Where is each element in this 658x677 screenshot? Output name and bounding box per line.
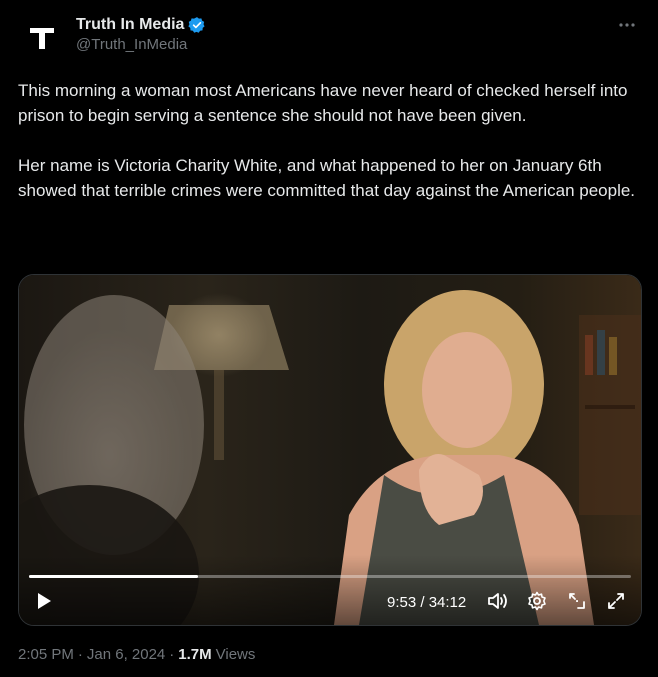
tweet-paragraph: Her name is Victoria Charity White, and … — [18, 156, 636, 200]
more-options-button[interactable] — [616, 16, 638, 34]
video-time: 9:53 / 34:12 — [387, 594, 467, 611]
author-display-name[interactable]: Truth In Media — [76, 16, 184, 34]
tweet-header: Truth In Media @Truth_InMedia — [20, 10, 642, 60]
fullscreen-icon — [608, 593, 624, 609]
settings-button[interactable] — [524, 589, 550, 613]
more-dots-icon — [619, 23, 635, 27]
volume-button[interactable] — [485, 589, 511, 613]
pop-out-icon — [569, 593, 585, 609]
avatar[interactable] — [22, 18, 62, 58]
tweet-time[interactable]: 2:05 PM — [18, 646, 74, 663]
play-button[interactable] — [33, 589, 55, 613]
author-handle[interactable]: @Truth_InMedia — [76, 36, 206, 53]
pop-out-button[interactable] — [564, 589, 590, 613]
separator: · — [169, 646, 175, 663]
fullscreen-button[interactable] — [603, 589, 629, 613]
settings-icon — [528, 591, 546, 611]
tweet-paragraph: This morning a woman most Americans have… — [18, 81, 628, 125]
video-progress-bar[interactable] — [29, 575, 631, 578]
truth-logo-icon — [30, 28, 54, 49]
tweet-metadata: 2:05 PM · Jan 6, 2024 · 1.7M Views — [18, 646, 255, 663]
views-count[interactable]: 1.7M — [178, 646, 211, 663]
play-icon — [38, 593, 51, 609]
tweet-date[interactable]: Jan 6, 2024 — [87, 646, 165, 663]
video-player[interactable]: 9:53 / 34:12 — [18, 274, 642, 626]
verified-badge-icon — [188, 17, 206, 33]
video-progress-fill — [29, 575, 198, 578]
volume-icon — [488, 593, 507, 609]
tweet-text: This morning a woman most Americans have… — [18, 78, 638, 228]
video-controls: 9:53 / 34:12 — [19, 555, 641, 625]
views-label: Views — [215, 646, 256, 663]
separator: · — [77, 646, 83, 663]
